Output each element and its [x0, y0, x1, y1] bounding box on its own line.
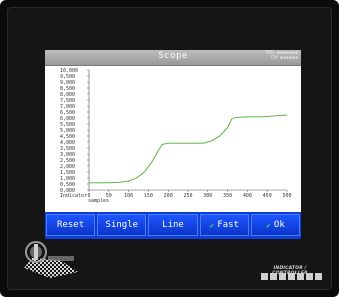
x-tick-label: 100 — [124, 193, 133, 199]
badge-square — [306, 273, 313, 280]
y-tick-label: 5,000 — [60, 128, 75, 134]
y-tick-label: 9,000 — [60, 80, 75, 86]
x-tick-label: 200 — [164, 193, 173, 199]
trace-point — [211, 140, 213, 142]
y-tick-label: 7,000 — [60, 104, 75, 110]
x-tick-label: 250 — [183, 193, 192, 199]
x-tick-label: 350 — [223, 193, 232, 199]
trace-point — [157, 150, 159, 151]
trace-point — [128, 180, 129, 182]
line-button-label: Line — [162, 220, 184, 230]
trace-point — [108, 182, 110, 184]
title-status: TRG ▪▪▪▪▪▪▪ CH ▪▪▪▪▪▪ — [265, 51, 298, 61]
window-title: Scope — [158, 51, 188, 61]
y-tick-label: 8,000 — [60, 92, 75, 98]
trace-point — [120, 181, 122, 183]
y-axis-title: Indicator — [60, 193, 87, 199]
x-axis-title: samples — [88, 198, 109, 204]
button-bar: ✓ Reset ✓ Single ✓ Line ✓ Fast ✓ Ok — [45, 212, 301, 239]
trace-point — [144, 171, 145, 173]
y-tick-label: 2,500 — [60, 158, 75, 164]
trace-point — [219, 135, 221, 137]
reset-button[interactable]: ✓ Reset — [46, 214, 96, 236]
device-badge: INDICATOR / CONTROLLER — [255, 266, 325, 284]
trace-point — [136, 177, 137, 179]
trace-line-0 — [89, 114, 288, 184]
y-tick-label: 0,500 — [60, 182, 75, 188]
badge-square — [315, 273, 322, 280]
x-tick-label: 400 — [243, 193, 252, 199]
x-tick-label: 150 — [144, 193, 153, 199]
trace-point — [231, 118, 232, 120]
y-tick-label: 1,500 — [60, 170, 75, 176]
scope-chart: 0,000 0,500 1,000 1,500 2,000 2,500 3,000 3,500… — [45, 66, 301, 212]
x-tick-label: 300 — [203, 193, 212, 199]
trace-point — [167, 142, 169, 144]
y-tick-label: 1,000 — [60, 176, 75, 182]
y-tick-label: 2,000 — [60, 164, 75, 170]
y-tick-label: 6,500 — [60, 110, 75, 116]
trace-point — [262, 116, 264, 118]
single-button[interactable]: ✓ Single — [97, 214, 147, 236]
y-tick-label: 10,000 — [60, 68, 78, 74]
trace-point — [191, 142, 193, 144]
brand-logo — [20, 238, 80, 280]
badge-square — [261, 273, 268, 280]
badge-square — [288, 273, 295, 280]
y-tick-label: 9,500 — [60, 74, 75, 80]
trace-point — [179, 142, 181, 144]
badge-squares — [261, 273, 322, 280]
title-bar: Scope TRG ▪▪▪▪▪▪▪ CH ▪▪▪▪▪▪ — [45, 50, 301, 66]
x-tick-label: 500 — [282, 193, 291, 199]
trace-point — [247, 116, 248, 118]
trace-point — [278, 115, 280, 116]
logo-mark-icon — [24, 241, 78, 278]
y-tick-label: 8,500 — [60, 86, 75, 92]
y-tick-label: 3,000 — [60, 152, 75, 158]
trace-point — [152, 160, 153, 162]
badge-square — [270, 273, 277, 280]
display-screen: Scope TRG ▪▪▪▪▪▪▪ CH ▪▪▪▪▪▪ 0,000 0,500 1,… — [45, 50, 301, 239]
badge-square — [297, 273, 304, 280]
trace-point — [161, 144, 163, 145]
trace-point — [88, 182, 90, 184]
y-tick-label: 4,500 — [60, 134, 75, 140]
checkmark-icon: ✓ — [266, 220, 271, 230]
trace-point — [203, 142, 205, 144]
ok-button[interactable]: ✓ Ok — [250, 214, 301, 236]
y-tick-label: 3,500 — [60, 146, 75, 152]
fast-button-label: Fast — [217, 220, 239, 230]
y-tick-label: 4,000 — [60, 140, 75, 146]
x-tick-label: 450 — [263, 193, 272, 199]
trace-point — [286, 114, 288, 116]
badge-square — [279, 273, 286, 280]
y-tick-label: 7,500 — [60, 98, 75, 104]
trace-point — [235, 117, 236, 118]
checkmark-icon: ✓ — [209, 220, 215, 230]
single-button-label: Single — [105, 220, 139, 230]
ok-button-label: Ok — [273, 220, 285, 230]
trace-point — [227, 127, 228, 128]
status-line-2: CH ▪▪▪▪▪▪ — [270, 55, 298, 61]
reset-button-label: Reset — [57, 220, 85, 230]
y-tick-label: 5,500 — [60, 122, 75, 128]
line-button[interactable]: ✓ Line — [148, 214, 198, 236]
y-tick-label: 6,000 — [60, 116, 75, 122]
fast-button[interactable]: ✓ Fast — [199, 214, 249, 236]
chart-canvas: 0,0000,5001,0001,5002,0002,5003,0003,500… — [60, 68, 292, 204]
